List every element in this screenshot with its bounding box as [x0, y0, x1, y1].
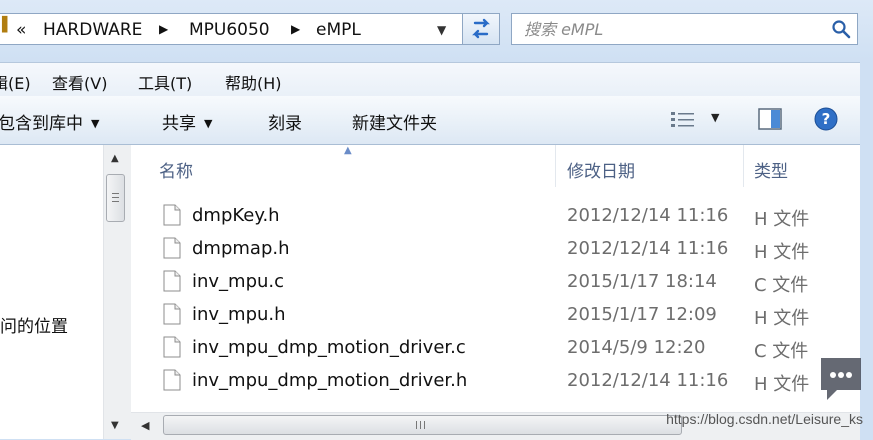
watermark-text: https://blog.csdn.net/Leisure_ks — [666, 411, 863, 427]
menu-tools[interactable]: 工具(T) — [138, 70, 192, 94]
file-type: C 文件 — [754, 341, 809, 362]
file-row[interactable]: dmpmap.h 2012/12/14 11:16 H 文件 — [161, 234, 851, 266]
preview-pane-button[interactable] — [758, 108, 782, 134]
details-view-icon — [671, 112, 694, 127]
breadcrumb-separator-icon[interactable]: ▶ — [291, 22, 300, 36]
file-name: dmpKey.h — [192, 205, 280, 226]
help-icon: ? — [814, 107, 838, 131]
address-dropdown-icon[interactable]: ▼ — [437, 23, 446, 37]
scroll-down-icon[interactable]: ▼ — [111, 420, 119, 431]
file-type: H 文件 — [754, 209, 810, 230]
file-name: inv_mpu.c — [192, 271, 285, 292]
refresh-button[interactable] — [462, 13, 500, 45]
menu-help[interactable]: 帮助(H) — [225, 70, 282, 94]
scroll-left-icon[interactable]: ◀ — [141, 419, 149, 432]
sort-ascending-icon: ▲ — [344, 145, 352, 156]
file-date: 2015/1/17 12:09 — [567, 304, 717, 325]
chevron-down-icon: ▼ — [91, 117, 100, 130]
file-date: 2014/5/9 12:20 — [567, 337, 706, 358]
file-name: inv_mpu.h — [192, 304, 286, 325]
file-row[interactable]: inv_mpu_dmp_motion_driver.h 2012/12/14 1… — [161, 366, 851, 398]
horizontal-scroll-thumb[interactable] — [163, 415, 682, 435]
file-row[interactable]: dmpKey.h 2012/12/14 11:16 H 文件 — [161, 201, 851, 233]
search-icon[interactable] — [831, 19, 851, 39]
column-header-date[interactable]: 修改日期 — [567, 157, 635, 182]
file-icon — [163, 237, 181, 259]
file-row[interactable]: inv_mpu.h 2015/1/17 12:09 H 文件 — [161, 300, 851, 332]
new-folder-button[interactable]: 新建文件夹 — [352, 109, 437, 134]
file-date: 2012/12/14 11:16 — [567, 238, 729, 259]
file-date: 2012/12/14 11:16 — [567, 370, 729, 391]
breadcrumb-hardware[interactable]: HARDWARE — [43, 20, 142, 40]
view-options-button[interactable] — [670, 111, 696, 133]
refresh-icon — [472, 18, 490, 39]
file-date: 2012/12/14 11:16 — [567, 205, 729, 226]
include-in-library-button[interactable]: 包含到库中 ▼ — [0, 109, 99, 134]
file-name: dmpmap.h — [192, 238, 290, 259]
file-row[interactable]: inv_mpu.c 2015/1/17 18:14 C 文件 — [161, 267, 851, 299]
breadcrumb-separator-icon[interactable]: ▶ — [159, 22, 168, 36]
command-bar: 包含到库中 ▼ 共享 ▼ 刻录 新建文件夹 ▼ ? — [0, 96, 860, 145]
column-header-name[interactable]: 名称 — [159, 157, 193, 182]
file-type: H 文件 — [754, 242, 810, 263]
share-button[interactable]: 共享 ▼ — [162, 109, 212, 134]
column-header-type[interactable]: 类型 — [754, 157, 788, 182]
preview-pane-icon — [758, 108, 782, 130]
file-type: C 文件 — [754, 275, 809, 296]
file-icon — [163, 270, 181, 292]
file-icon — [163, 369, 181, 391]
chevron-down-icon: ▼ — [204, 117, 213, 130]
file-icon — [163, 204, 181, 226]
file-icon — [163, 336, 181, 358]
menu-view[interactable]: 查看(V) — [52, 70, 107, 94]
column-divider[interactable] — [555, 145, 556, 187]
file-name: inv_mpu_dmp_motion_driver.c — [192, 337, 466, 358]
menu-bar: 辑(E) 查看(V) 工具(T) 帮助(H) — [0, 62, 860, 97]
chevron-down-icon[interactable]: ▼ — [711, 111, 719, 124]
folder-icon: ▌ — [2, 17, 13, 33]
include-in-library-label: 包含到库中 — [0, 114, 83, 134]
breadcrumb-mpu6050[interactable]: MPU6050 — [189, 20, 270, 40]
breadcrumb-empl[interactable]: eMPL — [316, 20, 361, 40]
chat-bubble-icon — [821, 358, 861, 400]
file-date: 2015/1/17 18:14 — [567, 271, 717, 292]
search-box[interactable] — [511, 13, 858, 45]
file-list: ▲ 名称 修改日期 类型 dmpKey.h 2012/12/14 11:16 H… — [131, 145, 860, 439]
breadcrumb-overflow[interactable]: « — [16, 20, 26, 40]
search-input[interactable] — [524, 18, 814, 40]
scroll-up-icon[interactable]: ▲ — [111, 153, 119, 164]
burn-button[interactable]: 刻录 — [268, 109, 302, 134]
address-bar[interactable]: ▌ « HARDWARE ▶ MPU6050 ▶ eMPL ▼ — [0, 13, 463, 45]
share-label: 共享 — [162, 114, 196, 134]
file-name: inv_mpu_dmp_motion_driver.h — [192, 370, 468, 391]
nav-item-recent-places[interactable]: 问的位置 — [0, 312, 68, 337]
help-button[interactable]: ? — [814, 107, 838, 135]
file-icon — [163, 303, 181, 325]
file-type: H 文件 — [754, 374, 810, 395]
column-divider[interactable] — [743, 145, 744, 187]
menu-edit[interactable]: 辑(E) — [0, 70, 31, 94]
file-row[interactable]: inv_mpu_dmp_motion_driver.c 2014/5/9 12:… — [161, 333, 851, 365]
file-type: H 文件 — [754, 308, 810, 329]
nav-scroll-thumb[interactable] — [106, 174, 125, 222]
svg-text:?: ? — [822, 110, 831, 128]
